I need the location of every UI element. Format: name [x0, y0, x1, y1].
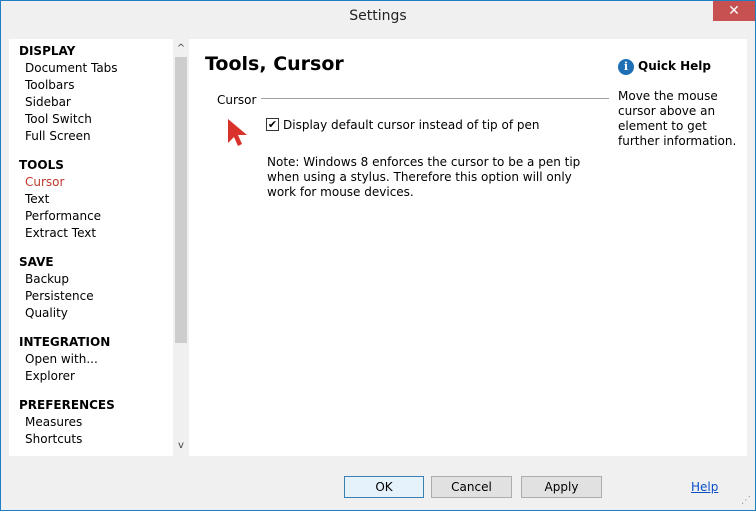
nav-item[interactable]: Performance [9, 208, 173, 225]
resize-grip-icon[interactable]: ⋰ [741, 495, 751, 506]
section-divider [261, 98, 621, 99]
nav-item[interactable]: Open with... [9, 351, 173, 368]
quick-help-title: Quick Help [638, 59, 712, 73]
nav-item[interactable]: Shortcuts [9, 431, 173, 448]
settings-nav: DISPLAY Document Tabs Toolbars Sidebar Tool … [9, 39, 189, 456]
close-button[interactable]: ✕ [713, 1, 755, 21]
nav-item[interactable]: Tool Switch [9, 111, 173, 128]
default-cursor-checkbox[interactable]: ✔ [266, 118, 279, 131]
nav-heading: DISPLAY [19, 44, 76, 58]
nav-group: TOOLS Cursor Text Performance Extract Text [9, 157, 173, 242]
nav-item[interactable]: Text [9, 191, 173, 208]
info-icon: i [618, 59, 634, 75]
nav-item[interactable]: Cursor [9, 174, 173, 191]
window-title: Settings [349, 8, 407, 24]
nav-item[interactable]: Backup [9, 271, 173, 288]
scroll-down-icon[interactable]: v [173, 438, 189, 454]
nav-heading: INTEGRATION [19, 335, 111, 349]
check-icon: ✔ [267, 118, 278, 131]
cursor-note: Note: Windows 8 enforces the cursor to b… [267, 155, 581, 199]
quick-help-text: Move the mouse cursor above an element t… [618, 89, 737, 148]
dialog-footer: OK Cancel Apply Help ⋰ [1, 464, 755, 510]
nav-item[interactable]: Extract Text [9, 225, 173, 242]
nav-group: SAVE Backup Persistence Quality [9, 254, 173, 322]
apply-button[interactable]: Apply [521, 476, 602, 498]
scroll-thumb[interactable] [175, 57, 187, 343]
nav-item[interactable]: Sidebar [9, 94, 173, 111]
nav-item[interactable]: Quality [9, 305, 173, 322]
page-title: Tools, Cursor [205, 53, 344, 75]
quick-help-panel: i Quick Help Move the mouse cursor above… [609, 39, 747, 456]
help-link[interactable]: Help [691, 480, 718, 494]
nav-item[interactable]: Measures [9, 414, 173, 431]
nav-group: DISPLAY Document Tabs Toolbars Sidebar Tool … [9, 43, 173, 145]
nav-list: DISPLAY Document Tabs Toolbars Sidebar Tool … [9, 39, 173, 456]
default-cursor-label[interactable]: Display default cursor instead of tip of… [283, 118, 539, 132]
nav-heading: SAVE [19, 255, 54, 269]
nav-group: INTEGRATION Open with... Explorer [9, 334, 173, 385]
nav-item[interactable]: Explorer [9, 368, 173, 385]
nav-scrollbar[interactable]: ^ v [173, 39, 189, 456]
cancel-button[interactable]: Cancel [431, 476, 512, 498]
nav-item[interactable]: Full Screen [9, 128, 173, 145]
nav-heading: TOOLS [19, 158, 64, 172]
scroll-up-icon[interactable]: ^ [173, 41, 189, 57]
cursor-arrow-icon [228, 119, 247, 146]
nav-group: PREFERENCES Measures Shortcuts [9, 397, 173, 448]
settings-window: Settings ✕ DISPLAY Document Tabs Toolbars S… [0, 0, 756, 511]
title-bar: Settings ✕ [1, 1, 755, 32]
nav-item[interactable]: Persistence [9, 288, 173, 305]
ok-button[interactable]: OK [344, 476, 424, 498]
close-icon: ✕ [728, 3, 740, 19]
settings-content: Tools, Cursor Cursor ✔ Display default c… [189, 39, 621, 456]
section-label: Cursor [217, 93, 257, 107]
nav-item[interactable]: Toolbars [9, 77, 173, 94]
nav-item[interactable]: Document Tabs [9, 60, 173, 77]
nav-heading: PREFERENCES [19, 398, 115, 412]
